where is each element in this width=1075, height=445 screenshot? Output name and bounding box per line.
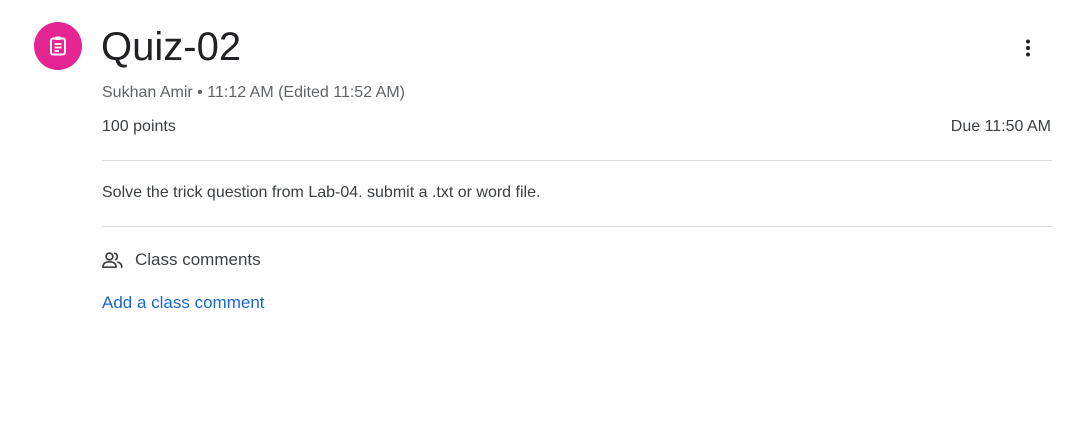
more-options-button[interactable] — [1008, 28, 1048, 68]
more-vert-icon — [1026, 39, 1030, 57]
assignment-meta: Sukhan Amir • 11:12 AM (Edited 11:52 AM) — [102, 83, 405, 103]
assignment-title: Quiz-02 — [101, 25, 242, 69]
description-divider — [102, 226, 1052, 227]
assignment-description: Solve the trick question from Lab-04. su… — [102, 184, 541, 201]
meta-separator: • — [197, 84, 203, 101]
add-class-comment-link[interactable]: Add a class comment — [102, 292, 265, 314]
author-name: Sukhan Amir — [102, 84, 193, 101]
people-icon — [102, 249, 124, 271]
posted-time: 11:12 AM (Edited 11:52 AM) — [207, 84, 405, 101]
clipboard-icon — [50, 36, 66, 56]
header-divider — [102, 160, 1052, 161]
points-label: 100 points — [102, 118, 176, 135]
class-comments-header: Class comments — [102, 249, 261, 271]
class-comments-label: Class comments — [135, 250, 261, 269]
due-date: Due 11:50 AM — [950, 118, 1051, 135]
assignment-icon — [34, 22, 82, 70]
